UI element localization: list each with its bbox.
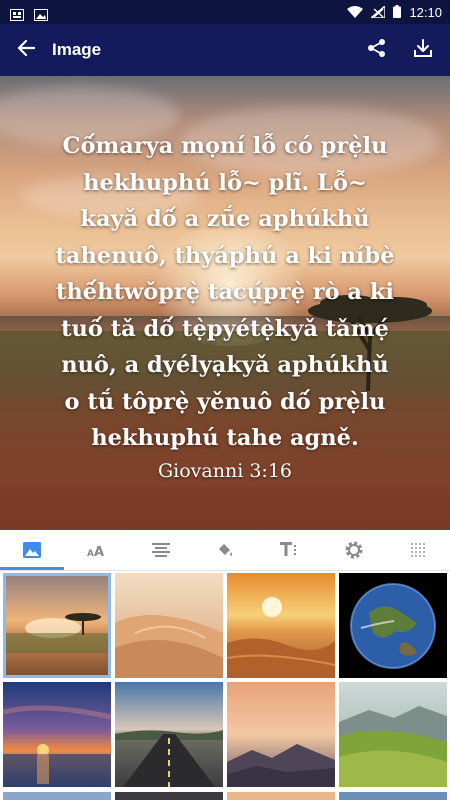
status-bar: 12:10 [0, 0, 450, 24]
arrow-back-icon [17, 39, 36, 61]
svg-text:A: A [87, 549, 94, 557]
tab-text-format[interactable] [257, 530, 321, 570]
page-title: Image [52, 40, 102, 59]
tab-settings[interactable] [321, 530, 385, 570]
font-size-icon: AA [87, 543, 105, 557]
thumbnail-partial[interactable] [3, 792, 111, 800]
verse-line: o tṹ tôprẹ̀ yěnuô dố́ prẹ̀lu [64, 388, 386, 415]
texture-icon [410, 542, 426, 558]
share-button[interactable] [354, 24, 400, 76]
verse-line: kayǎ dố́ a zṹe aphúkhǔ [80, 206, 370, 232]
status-time: 12:10 [409, 4, 442, 20]
tab-texture[interactable] [386, 530, 450, 570]
thumbnail-desert-sunset[interactable] [227, 573, 335, 678]
share-icon [367, 38, 387, 62]
thumbnail-road-dusk[interactable] [115, 682, 223, 787]
tab-font-size[interactable]: AA [64, 530, 128, 570]
thumbnail-sunset-acacia[interactable] [3, 573, 111, 678]
verse-line: hekhuphú tahe agně. [91, 425, 359, 451]
verse-reference: Giovanni 3:16 [157, 460, 292, 482]
tab-alignment[interactable] [129, 530, 193, 570]
image-icon [23, 542, 42, 558]
download-icon [413, 38, 433, 62]
align-center-icon [151, 542, 170, 558]
thumbnail-sunset-sea[interactable] [3, 682, 111, 787]
svg-text:A: A [94, 545, 104, 557]
battery-icon [393, 3, 402, 22]
verse-text: Cố́marya mọní lỗ có prẹ̀lu hekhuphú lỗ~ … [20, 128, 430, 457]
back-button[interactable] [0, 24, 52, 76]
thumbnail-sand-dunes[interactable] [115, 573, 223, 678]
image-icon [34, 6, 48, 21]
thumbnail-mountain-sunset[interactable] [227, 682, 335, 787]
thumbnail-green-hills[interactable] [339, 682, 447, 787]
thumbnail-partial[interactable] [339, 792, 447, 800]
signal-icon [369, 3, 387, 22]
verse-line: nuô, a dyélyạkyǎ aphúkhǔ [61, 352, 389, 378]
background-gallery [0, 571, 450, 800]
tab-color[interactable] [193, 530, 257, 570]
verse-preview[interactable]: Cố́marya mọní lỗ có prẹ̀lu hekhuphú lỗ~ … [0, 76, 450, 530]
verse-line: hekhuphú lỗ~ plĩ. Lỗ~ [83, 169, 367, 196]
verse-line: Cố́marya mọní lỗ có prẹ̀lu [62, 133, 388, 159]
editor-tabs: AA [0, 530, 450, 571]
download-button[interactable] [400, 24, 446, 76]
gallery-icon [10, 6, 24, 21]
text-format-icon [280, 542, 298, 558]
paint-bucket-icon [216, 541, 234, 559]
verse-line: tuố́ tǎ dố́ tẹ̀pyétẹ̀kyǎ tǎmẹ́ [61, 315, 389, 342]
verse-line: tahenuô, thyáphú a ki níbè [55, 242, 395, 269]
thumbnail-partial[interactable] [227, 792, 335, 800]
thumbnail-partial[interactable] [115, 792, 223, 800]
app-bar: Image [0, 24, 450, 76]
thumbnail-earth-from-space[interactable] [339, 573, 447, 678]
verse-line: thế́htwǒprẹ̀ tacụ́prẹ̀ rò a ki [56, 279, 394, 305]
settings-gear-icon [344, 540, 364, 560]
tab-image[interactable] [0, 530, 65, 570]
wifi-icon [347, 3, 364, 22]
